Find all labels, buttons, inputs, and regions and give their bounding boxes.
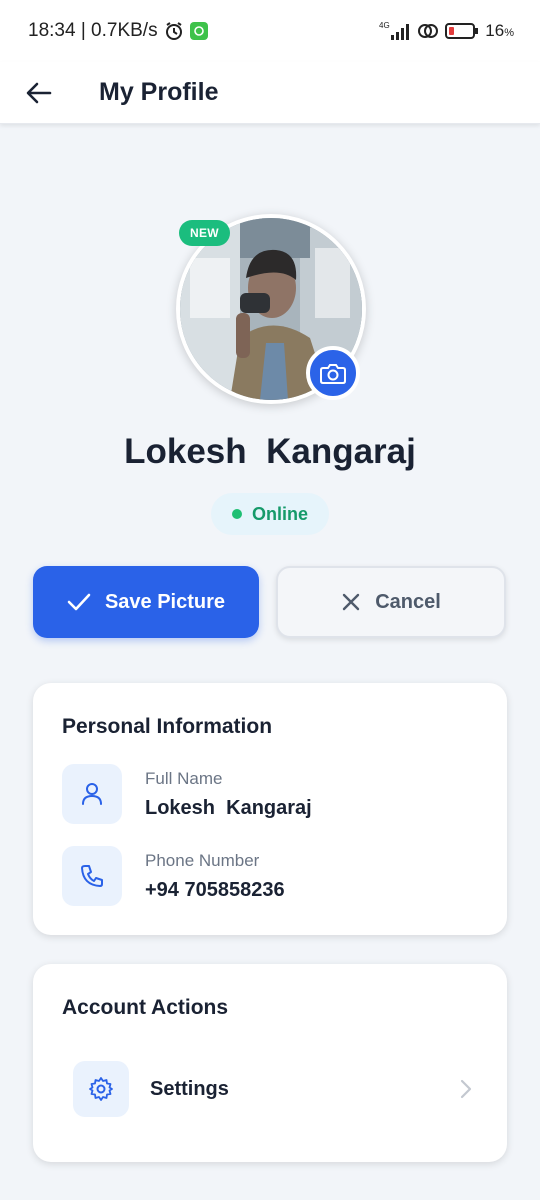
user-icon [62,764,122,824]
status-badge: Online [211,493,329,535]
camera-icon [320,364,346,384]
cancel-label: Cancel [375,590,441,613]
account-actions-title: Account Actions [62,996,229,1019]
phone-icon [62,846,122,906]
check-icon [67,593,91,611]
phone-number-row: Phone Number +94 705858236 [62,846,285,906]
personal-info-title: Personal Information [62,715,273,738]
app-bar: My Profile [0,62,540,124]
phone-number-value: +94 705858236 [145,878,285,901]
app-notification-icon [189,22,208,40]
change-photo-button[interactable] [306,346,360,400]
full-name-value: Lokesh Kangaraj [145,796,312,819]
profile-avatar-section: NEW [176,214,366,404]
phone-number-label: Phone Number [145,850,260,870]
settings-item[interactable]: Settings [73,1060,473,1118]
full-name-label: Full Name [145,768,223,788]
new-badge: NEW [179,220,230,246]
status-time: 18:34 | 0.7KB/s [28,20,158,41]
status-label: Online [251,503,308,524]
status-bar: 18:34 | 0.7KB/s 4G 16% [0,0,540,62]
battery-percent: 16% [485,21,514,40]
signal-icon: 4G [377,21,411,41]
network-type-label: 4G [379,21,390,30]
save-picture-label: Save Picture [104,590,226,613]
chevron-right-icon [459,1078,473,1100]
page-title: My Profile [99,78,219,106]
alarm-icon [164,21,184,41]
back-button[interactable] [0,62,78,124]
close-icon [343,593,360,611]
arrow-left-icon [26,82,52,103]
profile-name: Lokesh Kangaraj [124,432,416,471]
cancel-button[interactable]: Cancel [276,566,506,638]
data-saver-icon [417,22,439,40]
gear-icon [73,1061,129,1117]
settings-label: Settings [150,1077,229,1100]
account-actions-card: Account Actions Settings [33,964,507,1162]
battery-icon [445,22,479,40]
full-name-row: Full Name Lokesh Kangaraj [62,764,312,824]
online-dot-icon [231,509,242,519]
personal-info-card: Personal Information Full Name Lokesh Ka… [33,683,507,935]
save-picture-button[interactable]: Save Picture [33,566,259,638]
